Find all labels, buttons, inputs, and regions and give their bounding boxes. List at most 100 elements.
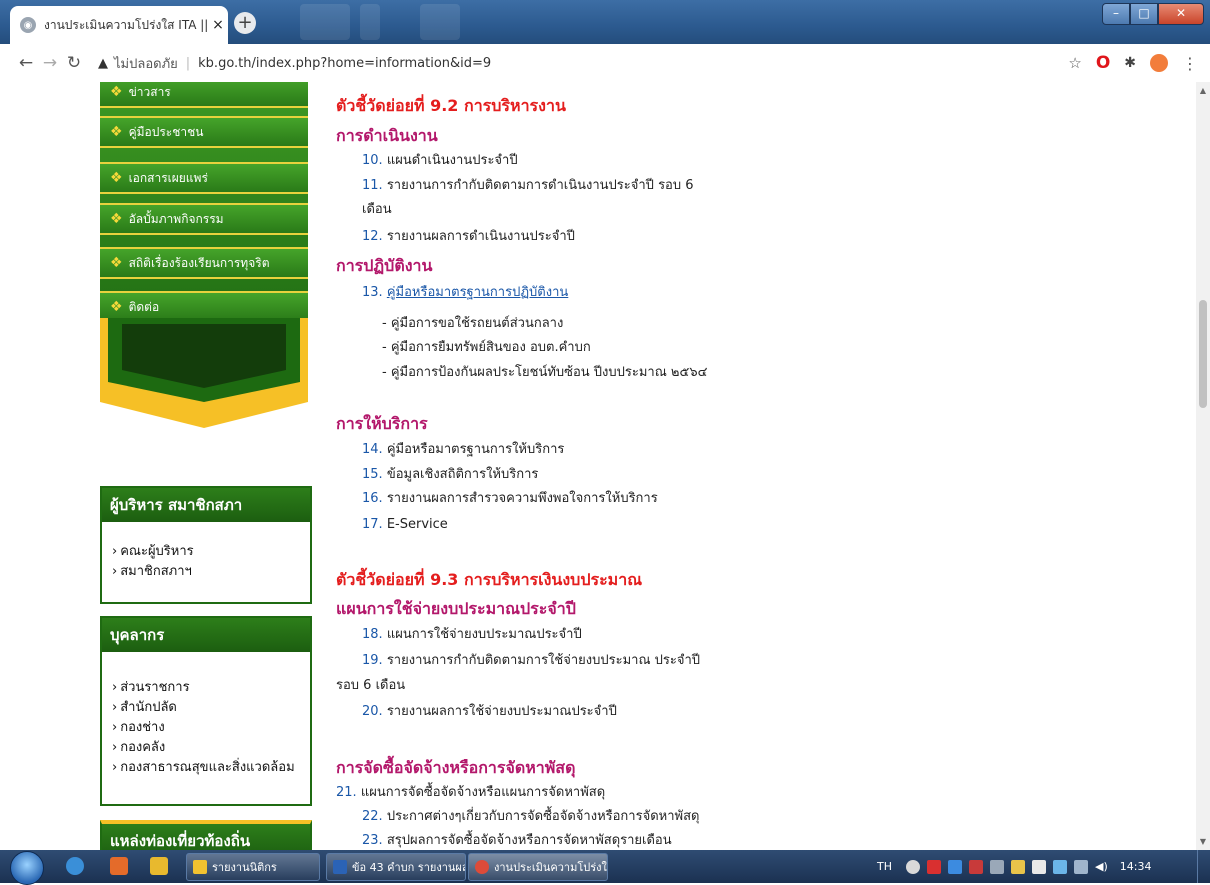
list-item: 18. แผนการใช้จ่ายงบประมาณประจำปี [362,624,582,646]
page-scrollbar[interactable]: ▲ ▼ [1196,82,1210,850]
item-number[interactable]: 16. [362,491,383,506]
item-link[interactable]: E-Service [387,517,448,532]
system-tray: TH ◀) 14:34 [865,850,1210,883]
item-number[interactable]: 21. [336,785,357,800]
item-link[interactable]: แผนการจัดซื้อจัดจ้างหรือแผนการจัดหาพัสดุ [361,785,605,800]
address-bar[interactable]: ▲ ไม่ปลอดภัย | kb.go.th/index.php?home=i… [98,53,1054,74]
not-secure-warning-icon: ▲ [98,55,108,71]
tray-icon[interactable] [906,859,920,874]
list-item-continued: เดือน [362,199,392,221]
item-link[interactable]: ข้อมูลเชิงสถิติการให้บริการ [387,467,539,482]
list-item: 10. แผนดำเนินงานประจำปี [362,150,518,172]
panel-link[interactable]: › สมาชิกสภาฯ [102,562,310,582]
tray-icon[interactable] [969,859,983,874]
item-link[interactable]: รายงานการกำกับติดตามการดำเนินงานประจำปี … [387,178,694,193]
item-link[interactable]: รายงานผลการดำเนินงานประจำปี [387,229,575,244]
profile-avatar-icon[interactable] [1150,54,1168,72]
item-number[interactable]: 22. [362,809,383,824]
item-number[interactable]: 18. [362,627,383,642]
panel-link[interactable]: › กองสาธารณสุขและสิ่งแวดล้อม [102,758,310,778]
clock[interactable]: 14:34 [1120,860,1152,873]
item-link[interactable]: คู่มือหรือมาตรฐานการปฏิบัติงาน [387,285,568,300]
tray-icon[interactable] [1074,859,1088,874]
new-tab-button[interactable]: + [234,12,256,34]
sidebar-item-corruption-stats[interactable]: ❖ สถิติเรื่องร้องเรียนการทุจริต [100,247,308,279]
item-link[interactable]: แผนดำเนินงานประจำปี [387,153,518,168]
item-number[interactable]: 11. [362,178,383,193]
item-link[interactable]: รายงานการกำกับติดตามการใช้จ่ายงบประมาณ ป… [387,653,700,668]
diamond-bullet-icon: ❖ [110,84,123,100]
tab-close-icon[interactable]: × [208,17,228,33]
sidebar-item-publications[interactable]: ❖ เอกสารเผยแพร่ [100,162,308,194]
sidebar-item-news[interactable]: ❖ ข่าวสาร [100,82,308,108]
item-link[interactable]: ประกาศต่างๆเกี่ยวกับการจัดซื้อจัดจ้างหรื… [387,809,700,824]
bookmark-star-icon[interactable]: ☆ [1068,54,1081,72]
start-button[interactable] [10,851,44,885]
back-button[interactable]: ← [14,53,38,73]
group-title: แผนการใช้จ่ายงบประมาณประจำปี [336,599,576,618]
item-link[interactable]: สรุปผลการจัดซื้อจัดจ้างหรือการจัดหาพัสดุ… [387,833,672,848]
browser-menu-icon[interactable]: ⋮ [1182,54,1198,73]
panel-title: บุคลากร [102,618,310,652]
scrollbar-thumb[interactable] [1199,300,1207,408]
tray-icon[interactable] [1053,859,1067,874]
personnel-panel: บุคลากร › ส่วนราชการ › สำนักปลัด › กองช่าง … [100,616,312,806]
panel-link[interactable]: › ส่วนราชการ [102,678,310,698]
pdf-tray-icon[interactable] [927,859,941,874]
item-number[interactable]: 20. [362,704,383,719]
volume-icon[interactable]: ◀) [1095,860,1108,873]
ie-icon[interactable] [66,857,84,875]
url-text[interactable]: kb.go.th/index.php?home=information&id=9 [198,56,491,71]
reload-button[interactable]: ↻ [62,53,86,73]
language-indicator[interactable]: TH [877,860,892,873]
item-link[interactable]: คู่มือหรือมาตรฐานการให้บริการ [387,442,565,457]
list-item: 12. รายงานผลการดำเนินงานประจำปี [362,226,575,248]
item-number[interactable]: 23. [362,833,383,848]
app-icon[interactable] [150,857,168,875]
sidebar-item-citizen-manual[interactable]: ❖ คู่มือประชาชน [100,116,308,148]
media-player-icon[interactable] [110,857,128,875]
sub-item-link[interactable]: - คู่มือการขอใช้รถยนต์ส่วนกลาง [382,312,563,333]
item-number[interactable]: 14. [362,442,383,457]
taskbar-window-button-active[interactable]: งานประเมินความโปร่งใ... [468,853,608,881]
tray-icon[interactable] [948,859,962,874]
network-icon[interactable] [990,859,1004,874]
folder-icon [193,860,207,874]
scroll-down-icon[interactable]: ▼ [1196,837,1210,846]
item-link[interactable]: รายงานผลการใช้จ่ายงบประมาณประจำปี [387,704,617,719]
sub-item-link[interactable]: - คู่มือการป้องกันผลประโยชน์ทับซ้อน ปีงบ… [382,361,707,382]
flag-icon[interactable] [1032,859,1046,874]
group-title: การปฏิบัติงาน [336,256,433,275]
panel-link[interactable]: › กองคลัง [102,738,310,758]
opera-extension-icon[interactable]: O [1096,53,1110,73]
scroll-up-icon[interactable]: ▲ [1196,86,1210,95]
item-link[interactable]: แผนการใช้จ่ายงบประมาณประจำปี [387,627,582,642]
item-number[interactable]: 17. [362,517,383,532]
taskbar-window-button[interactable]: รายงานนิติกร [186,853,320,881]
extensions-puzzle-icon[interactable]: ✱ [1124,55,1136,71]
panel-link[interactable]: › สำนักปลัด [102,698,310,718]
taskbar-window-button[interactable]: ข้อ 43 คำบก รายงานผล... [326,853,466,881]
item-number[interactable]: 12. [362,229,383,244]
panel-link[interactable]: › คณะผู้บริหาร [102,542,310,562]
item-link[interactable]: เดือน [362,202,392,217]
item-link[interactable]: รอบ 6 เดือน [336,678,405,693]
item-number[interactable]: 15. [362,467,383,482]
titlebar-decoration [360,4,380,40]
item-number[interactable]: 13. [362,285,383,300]
forward-button[interactable]: → [38,53,62,73]
sub-item-link[interactable]: - คู่มือการยืมทรัพย์สินของ อบต.คำบก [382,336,591,357]
sidebar-item-photo-album[interactable]: ❖ อัลบั้มภาพกิจกรรม [100,203,308,235]
tray-icon[interactable] [1011,859,1025,874]
chrome-icon [475,860,489,874]
item-link[interactable]: รายงานผลการสำรวจความพึงพอใจการให้บริการ [387,491,658,506]
item-number[interactable]: 10. [362,153,383,168]
close-window-button[interactable]: ✕ [1158,3,1204,25]
item-number[interactable]: 19. [362,653,383,668]
browser-extensions: ☆ O ✱ ⋮ [1054,53,1198,73]
minimize-button[interactable]: – [1102,3,1130,25]
panel-link[interactable]: › กองช่าง [102,718,310,738]
maximize-button[interactable]: □ [1130,3,1158,25]
show-desktop-button[interactable] [1197,850,1210,883]
browser-tab-active[interactable]: ◉ งานประเมินความโปร่งใส ITA || องค์การ × [10,6,228,44]
